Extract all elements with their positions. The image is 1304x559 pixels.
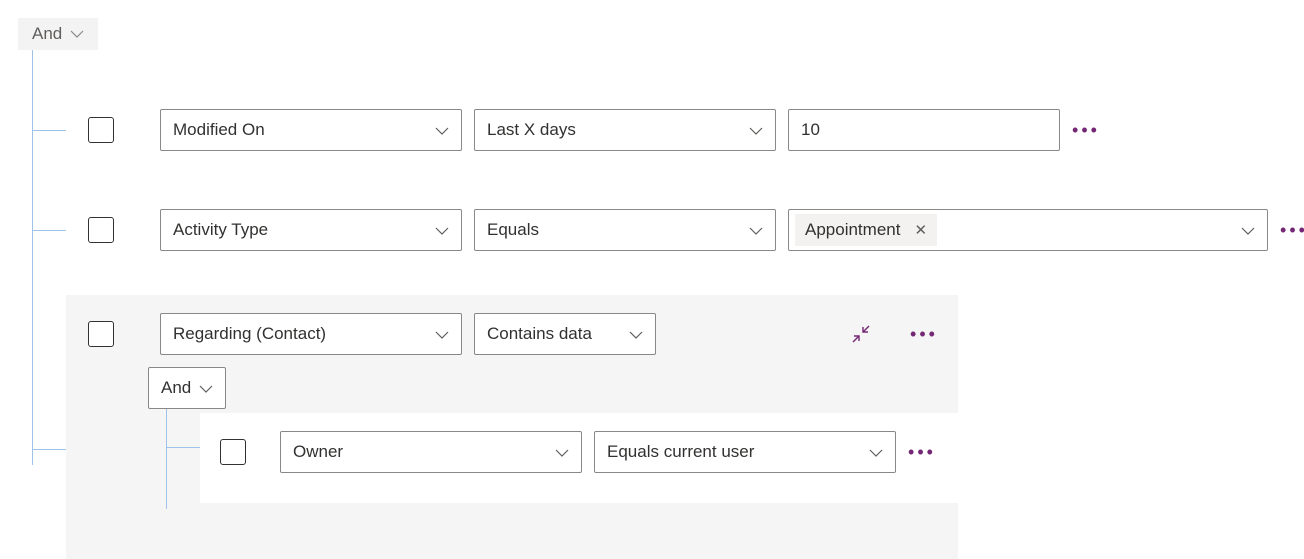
field-dropdown[interactable]: Owner: [280, 431, 582, 473]
chevron-down-icon: [70, 30, 84, 38]
chevron-down-icon: [435, 220, 449, 240]
collapse-icon[interactable]: [852, 325, 870, 343]
tree-line-vertical: [32, 50, 33, 465]
row-checkbox[interactable]: [88, 321, 114, 347]
operator-label: Equals: [487, 220, 539, 240]
chevron-down-icon: [869, 442, 883, 462]
entity-operator-dropdown[interactable]: Contains data: [474, 313, 656, 355]
operator-dropdown[interactable]: Equals: [474, 209, 776, 251]
operator-label: Last X days: [487, 120, 576, 140]
nested-condition-container: Owner Equals current user •••: [200, 413, 958, 503]
chevron-down-icon: [435, 324, 449, 344]
tag-label: Appointment: [805, 220, 900, 240]
operator-dropdown[interactable]: Equals current user: [594, 431, 896, 473]
group-operator-dropdown[interactable]: And: [148, 367, 226, 409]
operator-label: Equals current user: [607, 442, 754, 462]
row-checkbox[interactable]: [220, 439, 246, 465]
chevron-down-icon: [1241, 220, 1255, 240]
group-header: Regarding (Contact) Contains data •••: [88, 313, 958, 367]
group-operator-label: And: [161, 378, 191, 398]
condition-row: Activity Type Equals Appointment ✕ •••: [88, 209, 1304, 251]
row-actions-button[interactable]: •••: [908, 442, 936, 463]
root-operator-label: And: [32, 24, 62, 44]
row-checkbox[interactable]: [88, 217, 114, 243]
related-entity-dropdown[interactable]: Regarding (Contact): [160, 313, 462, 355]
group-actions-button[interactable]: •••: [910, 324, 938, 345]
chevron-down-icon: [435, 120, 449, 140]
field-label: Modified On: [173, 120, 265, 140]
chevron-down-icon: [749, 120, 763, 140]
field-dropdown[interactable]: Modified On: [160, 109, 462, 151]
field-label: Activity Type: [173, 220, 268, 240]
tree-line-vertical: [166, 409, 167, 509]
chevron-down-icon: [199, 378, 213, 398]
chevron-down-icon: [629, 324, 643, 344]
row-checkbox[interactable]: [88, 117, 114, 143]
field-label: Owner: [293, 442, 343, 462]
tag-remove-button[interactable]: ✕: [914, 221, 927, 239]
value-tagbox[interactable]: Appointment ✕: [788, 209, 1268, 251]
tree-line-horizontal: [32, 230, 66, 231]
value-tag: Appointment ✕: [795, 214, 937, 246]
tree-line-horizontal: [32, 449, 66, 450]
tree-line-horizontal: [166, 447, 200, 448]
related-entity-group: Regarding (Contact) Contains data •••: [66, 295, 958, 559]
value-text: 10: [801, 120, 820, 140]
row-actions-button[interactable]: •••: [1280, 220, 1304, 241]
value-input[interactable]: 10: [788, 109, 1060, 151]
operator-dropdown[interactable]: Last X days: [474, 109, 776, 151]
row-actions-button[interactable]: •••: [1072, 120, 1100, 141]
chevron-down-icon: [555, 442, 569, 462]
condition-row: Modified On Last X days 10 •••: [88, 109, 1100, 151]
entity-label: Regarding (Contact): [173, 324, 326, 344]
entity-operator-label: Contains data: [487, 324, 592, 344]
tree-line-horizontal: [32, 130, 66, 131]
chevron-down-icon: [749, 220, 763, 240]
field-dropdown[interactable]: Activity Type: [160, 209, 462, 251]
root-operator-dropdown[interactable]: And: [18, 18, 98, 50]
